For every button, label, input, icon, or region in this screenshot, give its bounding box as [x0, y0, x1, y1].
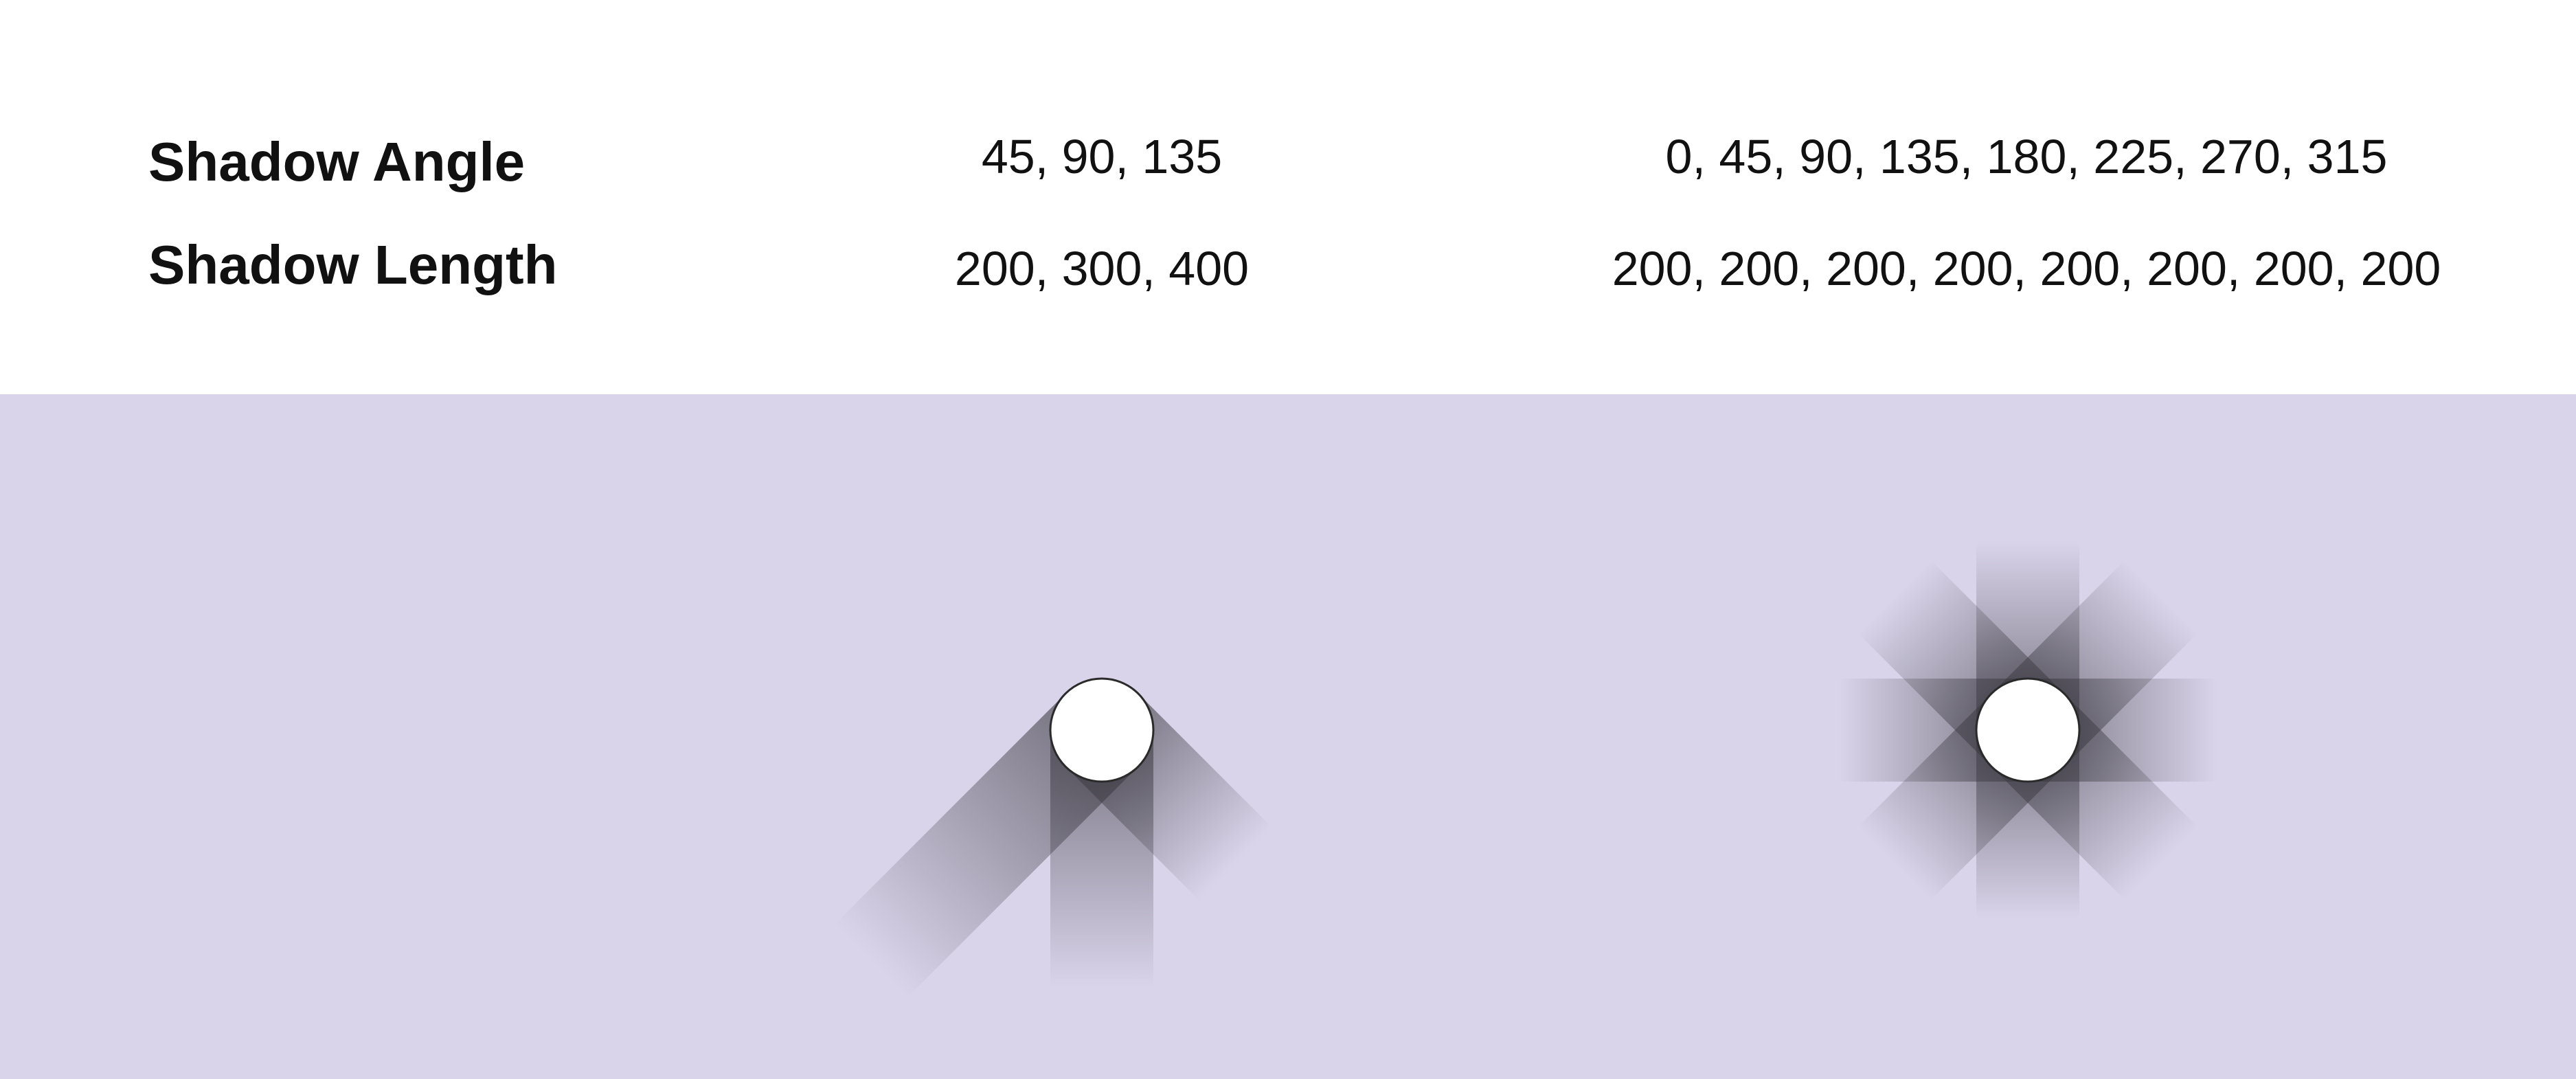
shadow-canvas	[0, 394, 2576, 1079]
shadow-diagram	[835, 541, 2217, 997]
shadow-angle-label: Shadow Angle	[148, 131, 526, 192]
example-2-angles: 0, 45, 90, 135, 180, 225, 270, 315	[1665, 130, 2388, 183]
light-circle	[1049, 677, 1155, 783]
light-circle	[1975, 677, 2081, 783]
example-2-shadows	[1839, 541, 2217, 919]
example-1-lengths: 200, 300, 400	[954, 242, 1250, 295]
header-panel: Shadow Angle Shadow Length 45, 90, 135 2…	[0, 0, 2576, 394]
example-1-shadows	[835, 677, 1272, 997]
example-2-lengths: 200, 200, 200, 200, 200, 200, 200, 200	[1612, 242, 2441, 295]
shadow-length-label: Shadow Length	[148, 234, 558, 295]
example-1-angles: 45, 90, 135	[981, 130, 1223, 183]
